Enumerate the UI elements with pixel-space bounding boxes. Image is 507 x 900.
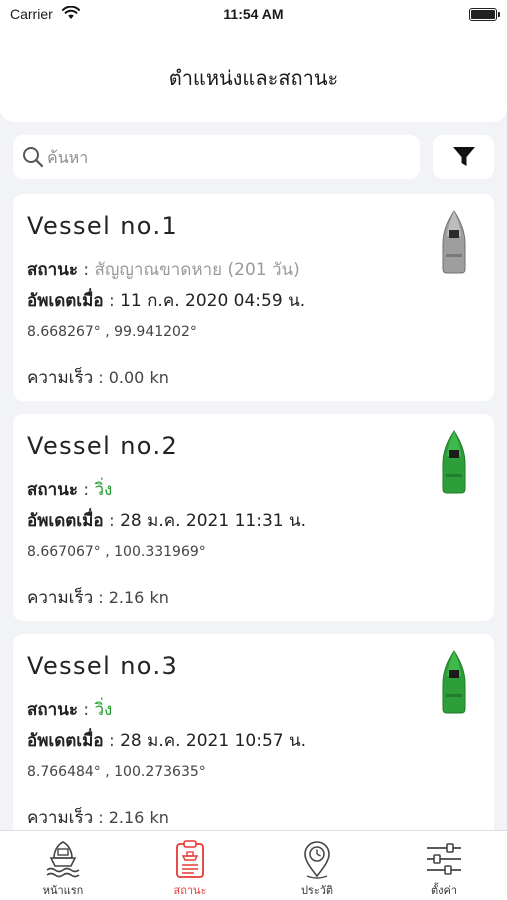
tab-label: หน้าแรก bbox=[42, 884, 84, 897]
page-title: ตำแหน่งและสถานะ bbox=[168, 66, 339, 90]
update-value: 28 ม.ค. 2021 11:31 น. bbox=[120, 511, 307, 531]
speed-row: ความเร็ว : 2.16 kn bbox=[27, 588, 169, 608]
vessel-name: Vessel no.1 bbox=[27, 212, 179, 240]
search-box[interactable] bbox=[13, 135, 420, 179]
update-row: อัพเดตเมื่อ : 28 ม.ค. 2021 11:31 น. bbox=[27, 511, 307, 531]
update-label: อัพเดตเมื่อ bbox=[27, 731, 104, 751]
filter-icon bbox=[453, 147, 475, 166]
tab-label: สถานะ bbox=[173, 884, 207, 897]
update-label: อัพเดตเมื่อ bbox=[27, 291, 104, 311]
speed-label: ความเร็ว bbox=[27, 808, 94, 828]
status-row: สถานะ : วิ่ง bbox=[27, 700, 113, 720]
status-value: วิ่ง bbox=[94, 700, 113, 720]
tab-settings[interactable]: ตั้งค่า bbox=[381, 831, 507, 900]
coordinates: 8.668267° , 99.941202° bbox=[27, 324, 197, 340]
update-label: อัพเดตเมื่อ bbox=[27, 511, 104, 531]
vessel-card[interactable]: Vessel no.3 สถานะ : วิ่ง อัพเดตเมื่อ : 2… bbox=[13, 634, 494, 841]
status-value: วิ่ง bbox=[94, 480, 113, 500]
boat-icon bbox=[442, 650, 466, 714]
boat-icon bbox=[442, 430, 466, 494]
speed-label: ความเร็ว bbox=[27, 588, 94, 608]
nav-header: ตำแหน่งและสถานะ bbox=[0, 30, 507, 122]
update-value: 28 ม.ค. 2021 10:57 น. bbox=[120, 731, 307, 751]
speed-row: ความเร็ว : 2.16 kn bbox=[27, 808, 169, 828]
tab-status[interactable]: สถานะ bbox=[127, 831, 253, 900]
tab-bar: หน้าแรก สถานะ ประวัติ ตั้งค่า bbox=[0, 830, 507, 900]
boat-icon bbox=[442, 210, 466, 274]
coordinates: 8.766484° , 100.273635° bbox=[27, 764, 206, 780]
vessel-card[interactable]: Vessel no.2 สถานะ : วิ่ง อัพเดตเมื่อ : 2… bbox=[13, 414, 494, 621]
update-row: อัพเดตเมื่อ : 28 ม.ค. 2021 10:57 น. bbox=[27, 731, 307, 751]
vessel-name: Vessel no.3 bbox=[27, 652, 179, 680]
speed-label: ความเร็ว bbox=[27, 368, 94, 388]
status-bar: Carrier 11:54 AM bbox=[0, 0, 507, 30]
sliders-icon bbox=[427, 843, 461, 875]
ship-waves-icon bbox=[46, 841, 80, 878]
speed-value: 2.16 kn bbox=[108, 588, 169, 607]
status-label: สถานะ bbox=[27, 700, 78, 720]
speed-value: 0.00 kn bbox=[108, 368, 169, 387]
search-icon bbox=[23, 147, 44, 168]
speed-value: 2.16 kn bbox=[108, 808, 169, 827]
tab-home[interactable]: หน้าแรก bbox=[0, 831, 126, 900]
vessel-card[interactable]: Vessel no.1 สถานะ : สัญญาณขาดหาย (201 วั… bbox=[13, 194, 494, 401]
vessel-name: Vessel no.2 bbox=[27, 432, 179, 460]
speed-row: ความเร็ว : 0.00 kn bbox=[27, 368, 169, 388]
clock: 11:54 AM bbox=[223, 6, 284, 22]
status-label: สถานะ bbox=[27, 480, 78, 500]
tab-history[interactable]: ประวัติ bbox=[254, 831, 380, 900]
filter-button[interactable] bbox=[433, 135, 494, 179]
battery-icon bbox=[469, 8, 500, 21]
status-row: สถานะ : วิ่ง bbox=[27, 480, 113, 500]
status-row: สถานะ : สัญญาณขาดหาย (201 วัน) bbox=[27, 260, 300, 280]
update-value: 11 ก.ค. 2020 04:59 น. bbox=[120, 291, 306, 311]
tab-label: ประวัติ bbox=[300, 884, 334, 897]
search-input[interactable] bbox=[47, 135, 407, 179]
update-row: อัพเดตเมื่อ : 11 ก.ค. 2020 04:59 น. bbox=[27, 291, 306, 311]
tab-label: ตั้งค่า bbox=[430, 884, 458, 897]
map-pin-clock-icon bbox=[304, 841, 330, 879]
coordinates: 8.667067° , 100.331969° bbox=[27, 544, 206, 560]
clipboard-ship-icon bbox=[176, 840, 204, 878]
status-value: สัญญาณขาดหาย (201 วัน) bbox=[94, 260, 300, 280]
status-label: สถานะ bbox=[27, 260, 78, 280]
